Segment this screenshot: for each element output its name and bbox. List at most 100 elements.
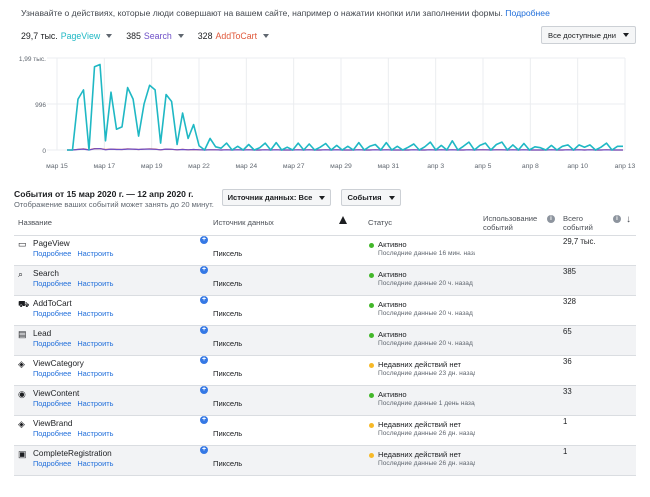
page-icon: ▭: [18, 239, 27, 249]
col-status-header[interactable]: Статус: [368, 218, 392, 227]
table-row[interactable]: ⛟ AddToCart Подробнее Настроить + Пиксель Акти…: [14, 296, 636, 326]
x-tick-label: мар 22: [188, 163, 210, 170]
table-header: Название Источник данных Статус Использо…: [14, 212, 636, 236]
add-icon[interactable]: +: [200, 296, 208, 304]
data-source-dropdown[interactable]: Источник данных: Все: [222, 189, 331, 206]
learn-more-link[interactable]: Подробнее: [33, 429, 71, 438]
configure-link[interactable]: Настроить: [77, 429, 113, 438]
add-icon[interactable]: +: [200, 236, 208, 244]
add-icon[interactable]: +: [200, 386, 208, 394]
warning-icon[interactable]: [339, 216, 347, 224]
add-icon[interactable]: +: [200, 266, 208, 274]
learn-more-link[interactable]: Подробнее: [33, 459, 71, 468]
x-tick-label: мар 27: [283, 163, 305, 170]
col-usage-header[interactable]: Использование событий: [483, 214, 553, 232]
configure-link[interactable]: Настроить: [77, 459, 113, 468]
status-dot: [369, 303, 374, 308]
learn-more-link[interactable]: Подробнее: [33, 369, 71, 378]
col-source-header[interactable]: Источник данных: [213, 218, 274, 227]
events-filter-dropdown[interactable]: События: [341, 189, 401, 206]
status-dot: [369, 393, 374, 398]
event-links: Подробнее Настроить: [33, 279, 113, 288]
total-events-count: 385: [563, 267, 577, 276]
y-tick-label: 1,99 тыс.: [19, 56, 46, 63]
learn-more-link[interactable]: Подробнее: [33, 339, 71, 348]
add-icon[interactable]: +: [200, 416, 208, 424]
col-total-header[interactable]: Всего событий: [563, 214, 605, 232]
learn-more-link[interactable]: Подробнее: [33, 249, 71, 258]
metric-selectors: 29,7 тыс. PageView 385 Search 328 AddToC…: [21, 31, 270, 41]
table-row[interactable]: ◈ ViewCategory Подробнее Настроить + Пиксель Н…: [14, 356, 636, 386]
event-name: ViewContent: [33, 389, 80, 398]
info-icon[interactable]: i: [547, 215, 555, 223]
x-tick-label: апр 5: [475, 163, 492, 170]
learn-more-link[interactable]: Подробнее: [33, 279, 71, 288]
total-events-count: 33: [563, 387, 572, 396]
metric-value: 29,7 тыс.: [21, 31, 58, 41]
status-dot: [369, 453, 374, 458]
table-row[interactable]: ◈ ViewBrand Подробнее Настроить + Пиксель Неда…: [14, 416, 636, 446]
add-icon[interactable]: +: [200, 356, 208, 364]
table-row[interactable]: ▤ Lead Подробнее Настроить + Пиксель Активно По…: [14, 326, 636, 356]
event-links: Подробнее Настроить: [33, 399, 113, 408]
tag-icon: ◈: [18, 359, 25, 369]
add-icon[interactable]: +: [200, 446, 208, 454]
chevron-down-icon: [263, 34, 270, 38]
configure-link[interactable]: Настроить: [77, 279, 113, 288]
event-name: AddToCart: [33, 299, 72, 308]
metric-search[interactable]: 385 Search: [126, 31, 184, 41]
total-events-count: 328: [563, 297, 577, 306]
table-row[interactable]: ⌕ Search Подробнее Настроить + Пиксель Активно…: [14, 266, 636, 296]
total-events-count: 65: [563, 327, 572, 336]
event-name: ViewBrand: [33, 419, 73, 428]
status-detail: Последние данные 20 ч. назад: [378, 280, 473, 287]
add-icon[interactable]: +: [200, 326, 208, 334]
data-source-cell: Пиксель: [213, 309, 243, 318]
data-source-cell: Пиксель: [213, 279, 243, 288]
metric-pageview[interactable]: 29,7 тыс. PageView: [21, 31, 113, 41]
data-source-cell: Пиксель: [213, 339, 243, 348]
chevron-down-icon: [177, 34, 184, 38]
total-events-count: 1: [563, 417, 568, 426]
x-tick-label: мар 19: [141, 163, 163, 170]
configure-link[interactable]: Настроить: [77, 399, 113, 408]
eye-icon: ◉: [18, 389, 26, 399]
status-dot: [369, 273, 374, 278]
event-name: Lead: [33, 329, 52, 338]
learn-more-link[interactable]: Подробнее: [33, 309, 71, 318]
sort-arrow-icon[interactable]: ↓: [626, 214, 631, 225]
table-row[interactable]: ◉ ViewContent Подробнее Настроить + Пиксель Ак…: [14, 386, 636, 416]
metric-name: AddToCart: [215, 31, 258, 41]
events-filter-label: События: [347, 193, 382, 202]
x-tick-label: апр 8: [522, 163, 539, 170]
total-events-count: 29,7 тыс.: [563, 237, 596, 246]
status-detail: Последние данные 16 мин. назад: [378, 250, 475, 257]
x-tick-label: мар 29: [330, 163, 352, 170]
info-icon[interactable]: i: [613, 215, 621, 223]
configure-link[interactable]: Настроить: [77, 249, 113, 258]
learn-more-link[interactable]: Подробнее: [33, 399, 71, 408]
search-icon: ⌕: [18, 269, 24, 279]
status-dot: [369, 363, 374, 368]
status-detail: Последние данные 20 ч. назад: [378, 340, 473, 347]
metric-addtocart[interactable]: 328 AddToCart: [198, 31, 270, 41]
intro-learn-more-link[interactable]: Подробнее: [505, 8, 550, 18]
date-range-dropdown[interactable]: Все доступные дни: [541, 26, 636, 44]
event-name: CompleteRegistration: [33, 449, 112, 458]
event-name: PageView: [33, 239, 70, 248]
status-detail: Последние данные 26 дн. назад: [378, 460, 475, 467]
tag-icon: ◈: [18, 419, 25, 429]
y-tick-label: 996: [35, 102, 46, 109]
configure-link[interactable]: Настроить: [77, 339, 113, 348]
status-text: Активно: [378, 240, 407, 249]
status-text: Активно: [378, 390, 407, 399]
date-range-label: Все доступные дни: [548, 30, 616, 40]
status-detail: Последние данные 23 дн. назад: [378, 370, 475, 377]
table-row[interactable]: ▣ CompleteRegistration Подробнее Настроить +…: [14, 446, 636, 476]
table-row[interactable]: ▭ PageView Подробнее Настроить + Пиксель Актив…: [14, 236, 636, 266]
configure-link[interactable]: Настроить: [77, 369, 113, 378]
cart-icon: ⛟: [18, 299, 30, 309]
configure-link[interactable]: Настроить: [77, 309, 113, 318]
data-source-cell: Пиксель: [213, 429, 243, 438]
col-name-header[interactable]: Название: [18, 218, 52, 227]
